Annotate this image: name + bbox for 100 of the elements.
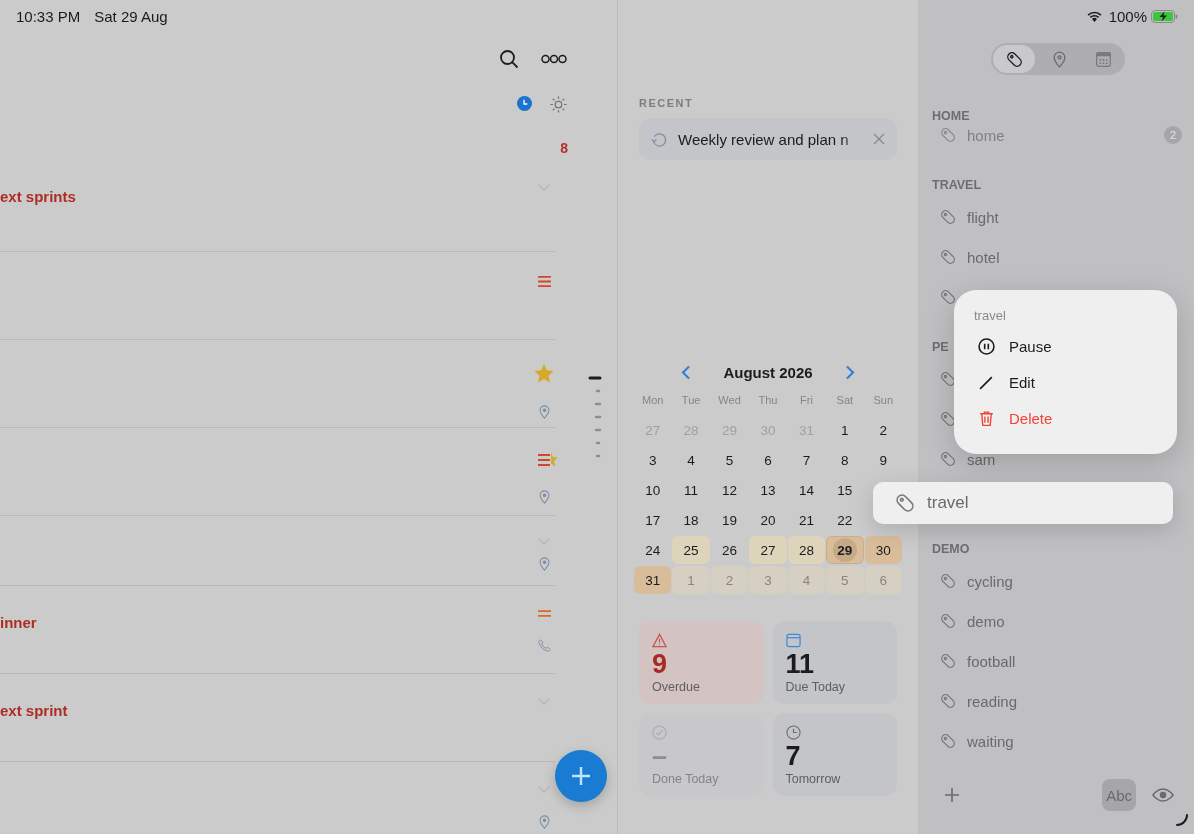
weekday-label: Sat — [835, 394, 855, 408]
stat-card[interactable]: 9 Overdue — [639, 621, 764, 704]
calendar-icon — [1094, 50, 1112, 68]
stat-card[interactable]: 7 Tomorrow — [772, 713, 897, 796]
sun-icon[interactable] — [550, 96, 567, 113]
chevron-icon[interactable] — [538, 538, 550, 545]
calendar-day[interactable]: 29 — [826, 536, 864, 564]
calendar-day[interactable]: 31 — [634, 566, 672, 594]
tag-icon — [940, 289, 956, 305]
stat-card[interactable]: 11 Due Today — [772, 621, 897, 704]
section-heading: HOME — [932, 109, 970, 123]
chevron-icon[interactable] — [538, 698, 550, 705]
calendar-day[interactable]: 19 — [710, 506, 749, 534]
priority-icon — [537, 276, 551, 287]
calendar-day[interactable]: 6 — [749, 446, 787, 474]
section-heading: PE — [932, 340, 949, 354]
tag-icon — [940, 209, 956, 225]
calendar-day[interactable]: 8 — [826, 446, 864, 474]
menu-item[interactable]: Pause — [974, 329, 1157, 365]
calendar-day[interactable]: 11 — [672, 476, 710, 504]
calendar-day[interactable]: 27 — [749, 536, 787, 564]
tag-label: travel — [927, 493, 969, 513]
calendar-day[interactable]: 14 — [787, 476, 826, 504]
calendar-day[interactable]: 3 — [634, 446, 672, 474]
calendar-day[interactable]: 21 — [787, 506, 826, 534]
more-icon[interactable] — [541, 54, 567, 64]
pin-icon — [538, 490, 550, 504]
previous-month-icon[interactable] — [681, 364, 692, 380]
dragged-tag[interactable]: travel — [873, 482, 1173, 524]
task-title[interactable]: inner — [0, 586, 37, 673]
stat-label: Done Today — [652, 772, 720, 786]
calendar-day[interactable]: 26 — [710, 536, 749, 564]
count-badge: 2 — [1164, 126, 1182, 144]
weekday-label: Mon — [641, 394, 665, 408]
priority-star-icon — [537, 452, 560, 468]
resize-corner-icon[interactable] — [1176, 814, 1188, 826]
calendar-day[interactable]: 13 — [749, 476, 787, 504]
add-icon[interactable] — [944, 787, 960, 803]
recent-item[interactable]: Weekly review and plan n — [639, 118, 897, 160]
chevron-icon[interactable] — [538, 184, 550, 191]
stat-label: Due Today — [785, 680, 847, 694]
trash-icon — [978, 409, 995, 427]
clock-icon[interactable] — [517, 96, 532, 111]
tag-icon — [940, 613, 956, 629]
calendar-day[interactable]: 24 — [634, 536, 672, 564]
menu-title: travel — [974, 308, 1007, 323]
calendar-day[interactable]: 17 — [634, 506, 672, 534]
calendar-day[interactable]: 2 — [864, 416, 902, 444]
task-title[interactable]: ext sprints — [0, 160, 76, 251]
weekday-label: Thu — [757, 394, 779, 408]
tag-icon — [895, 493, 915, 513]
weekday-label: Tue — [680, 394, 702, 408]
segment-tab[interactable] — [993, 45, 1035, 73]
calendar-day[interactable]: 5 — [710, 446, 749, 474]
close-icon[interactable] — [873, 133, 885, 145]
warning-icon — [652, 633, 667, 648]
weekday-label: Wed — [717, 394, 742, 408]
calendar-day[interactable]: 9 — [864, 446, 902, 474]
task-title[interactable]: ext sprint — [0, 674, 68, 761]
eye-icon[interactable] — [1152, 788, 1174, 802]
stat-value: – — [652, 741, 669, 771]
scroll-indicator-drawing[interactable] — [588, 376, 604, 460]
history-icon — [651, 130, 668, 148]
tag-icon — [940, 411, 956, 427]
stat-value: 7 — [785, 741, 802, 771]
calendar-day[interactable]: 20 — [749, 506, 787, 534]
stat-label: Tomorrow — [785, 772, 842, 786]
pin-icon — [538, 815, 550, 829]
calendar-day[interactable]: 4 — [672, 446, 710, 474]
calendar-day[interactable]: 25 — [672, 536, 710, 564]
menu-item[interactable]: Edit — [974, 364, 1157, 401]
tag-icon — [940, 249, 956, 265]
battery-percent: 100% — [1108, 7, 1147, 25]
chevron-icon[interactable] — [538, 786, 550, 793]
wifi-icon — [1085, 10, 1103, 22]
calendar-day[interactable]: 15 — [826, 476, 864, 504]
tag-icon — [940, 653, 956, 669]
calendar-day[interactable]: 10 — [634, 476, 672, 504]
calendar-day[interactable]: 30 — [864, 536, 902, 564]
status-time: 10:33 PM — [16, 7, 81, 25]
calendar-day[interactable]: 22 — [826, 506, 864, 534]
calendar-day[interactable]: 12 — [710, 476, 749, 504]
next-month-icon[interactable] — [844, 364, 855, 380]
add-button[interactable] — [555, 750, 607, 802]
tag-icon — [940, 451, 956, 467]
task-count: 8 — [560, 140, 568, 156]
section-heading: DEMO — [932, 542, 970, 556]
tag-icon — [1005, 50, 1023, 68]
calendar-day[interactable]: 1 — [826, 416, 864, 444]
tag-icon — [940, 371, 956, 387]
priority-icon — [537, 610, 551, 617]
clock-icon — [785, 725, 801, 740]
weekday-label: Sun — [872, 394, 895, 408]
calendar-day[interactable]: 7 — [787, 446, 826, 474]
calendar-day[interactable]: 28 — [787, 536, 826, 564]
pin-icon — [538, 557, 550, 571]
pencil-icon — [978, 374, 995, 391]
calendar-day[interactable]: 18 — [672, 506, 710, 534]
plus-icon — [571, 766, 591, 786]
search-icon[interactable] — [499, 49, 519, 69]
